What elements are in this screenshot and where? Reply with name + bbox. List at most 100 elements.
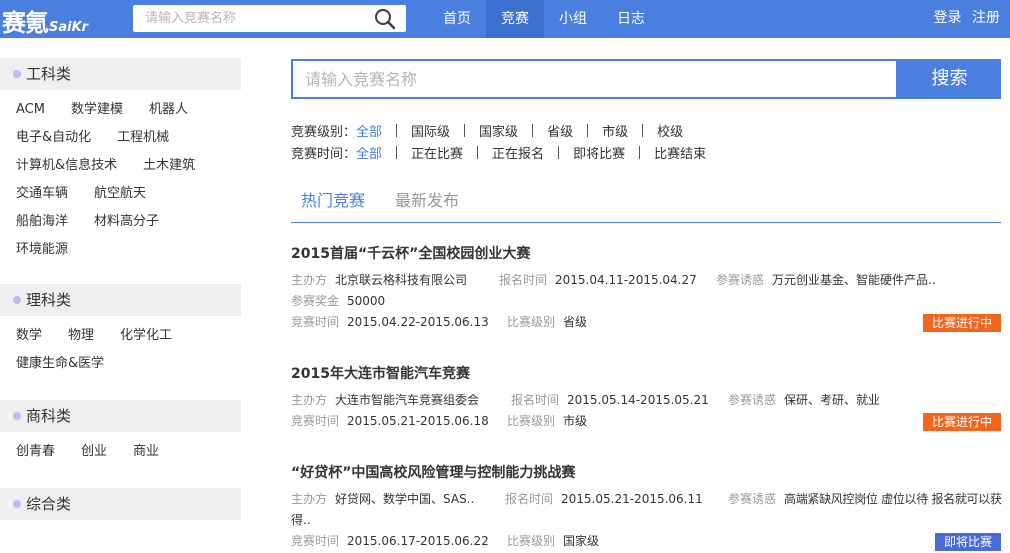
reward-label: 参赛诱惑 xyxy=(716,273,765,287)
header-search-input[interactable] xyxy=(133,5,368,32)
competition-card[interactable]: “好贷杯”中国高校风险管理与控制能力挑战赛 主办方 好贷网、数学中国、SAS.. … xyxy=(291,463,1002,552)
nav-logs[interactable]: 日志 xyxy=(602,0,660,38)
competition-row: 参赛奖金 50000 xyxy=(291,291,1001,312)
filter-level-international[interactable]: 国际级 xyxy=(411,121,450,140)
login-link[interactable]: 登录 xyxy=(934,10,962,26)
category-items-science: 数学 物理 化学化工 健康生命&医学 xyxy=(0,316,241,384)
bullet-icon xyxy=(13,296,21,304)
organizer-label: 主办方 xyxy=(291,492,328,506)
filter-level-school[interactable]: 校级 xyxy=(657,121,683,140)
divider xyxy=(642,124,644,137)
category-title: 工科类 xyxy=(26,65,72,83)
category-header-business[interactable]: 商科类 xyxy=(0,400,241,432)
time-value: 2015.05.21-2015.06.18 xyxy=(347,414,489,428)
signup-label: 报名时间 xyxy=(499,273,548,287)
filter-level-all[interactable]: 全部 xyxy=(356,121,382,140)
competition-search: 搜索 xyxy=(291,59,1001,99)
category-item[interactable]: ACM xyxy=(16,96,45,124)
filter-level-provincial[interactable]: 省级 xyxy=(547,121,573,140)
competition-row: 竞赛时间 2015.05.21-2015.06.18 比赛级别 市级 比赛进行中 xyxy=(291,411,1001,432)
signup-label: 报名时间 xyxy=(511,393,560,407)
competition-search-input[interactable] xyxy=(291,59,898,99)
divider xyxy=(464,124,466,137)
category-item[interactable]: 交通车辆 xyxy=(16,180,68,208)
logo[interactable]: 赛氪 SaiKr xyxy=(2,3,88,38)
reward-value: 高端紧缺风控岗位 虚位以待 报名就可以获 xyxy=(784,492,1002,506)
competition-row: 竞赛时间 2015.06.17-2015.06.22 比赛级别 国家级 即将比赛 xyxy=(291,531,1001,552)
competition-row: 竞赛时间 2015.04.22-2015.06.13 比赛级别 省级 比赛进行中 xyxy=(291,312,1001,333)
category-item[interactable]: 商业 xyxy=(133,438,159,466)
header-search xyxy=(133,5,406,32)
filter-time-all[interactable]: 全部 xyxy=(356,143,382,162)
divider xyxy=(532,124,534,137)
prize-value: 50000 xyxy=(347,294,386,308)
category-item[interactable]: 土木建筑 xyxy=(143,152,195,180)
category-item[interactable]: 化学化工 xyxy=(120,322,172,350)
competition-title[interactable]: 2015年大连市智能汽车竞赛 xyxy=(291,364,1001,384)
category-item[interactable]: 健康生命&医学 xyxy=(16,350,104,378)
logo-text: 赛氪 xyxy=(2,9,49,37)
filter-time-ongoing[interactable]: 正在比赛 xyxy=(411,143,463,162)
filter-time-registering[interactable]: 正在报名 xyxy=(492,143,544,162)
signup-value: 2015.05.21-2015.06.11 xyxy=(561,492,703,506)
category-title: 综合类 xyxy=(26,495,72,513)
time-label: 竞赛时间 xyxy=(291,414,340,428)
divider xyxy=(558,146,560,159)
level-label: 比赛级别 xyxy=(507,315,556,329)
tab-latest[interactable]: 最新发布 xyxy=(385,186,469,222)
filter-time-upcoming[interactable]: 即将比赛 xyxy=(573,143,625,162)
search-button[interactable]: 搜索 xyxy=(898,59,1001,99)
bullet-icon xyxy=(13,412,21,420)
competition-card[interactable]: 2015首届“千云杯”全国校园创业大赛 主办方 北京联云格科技有限公司 报名时间 2… xyxy=(291,244,1001,333)
tab-hot[interactable]: 热门竞赛 xyxy=(291,186,375,222)
category-header-engineering[interactable]: 工科类 xyxy=(0,58,241,90)
divider xyxy=(587,124,589,137)
category-items-engineering: ACM 数学建模 机器人 电子&自动化 工程机械 计算机&信息技术 土木建筑 交… xyxy=(0,90,241,270)
logo-subtext: SaiKr xyxy=(49,20,89,35)
reward-label: 参赛诱惑 xyxy=(728,393,777,407)
bullet-icon xyxy=(13,500,21,508)
level-label: 比赛级别 xyxy=(507,414,556,428)
competition-title[interactable]: 2015首届“千云杯”全国校园创业大赛 xyxy=(291,244,1001,264)
nav-groups[interactable]: 小组 xyxy=(544,0,602,38)
nav-competitions[interactable]: 竞赛 xyxy=(486,0,544,38)
category-header-science[interactable]: 理科类 xyxy=(0,284,241,316)
filter-time: 竞赛时间： 全部 正在比赛 正在报名 即将比赛 比赛结束 xyxy=(291,143,1001,162)
top-navbar: 赛氪 SaiKr 首页 竞赛 小组 日志 登录 注册 xyxy=(0,0,1010,38)
competition-title[interactable]: “好贷杯”中国高校风险管理与控制能力挑战赛 xyxy=(291,463,1001,483)
nav-home[interactable]: 首页 xyxy=(428,0,486,38)
category-item[interactable]: 船舶海洋 xyxy=(16,208,68,236)
category-header-general[interactable]: 综合类 xyxy=(0,488,241,520)
reward-value-continued: 得.. xyxy=(291,513,311,527)
category-item[interactable]: 物理 xyxy=(68,322,94,350)
filter-level-label: 竞赛级别： xyxy=(291,125,357,140)
category-item[interactable]: 航空航天 xyxy=(94,180,146,208)
category-item[interactable]: 创业 xyxy=(81,438,107,466)
competition-tabs: 热门竞赛 最新发布 xyxy=(291,186,1001,223)
category-item[interactable]: 环境能源 xyxy=(16,236,68,264)
time-label: 竞赛时间 xyxy=(291,315,340,329)
filter-time-label: 竞赛时间： xyxy=(291,147,357,162)
filter-level-national[interactable]: 国家级 xyxy=(479,121,518,140)
competition-row: 得.. xyxy=(291,510,1001,531)
category-item[interactable]: 创青春 xyxy=(16,438,55,466)
category-item[interactable]: 机器人 xyxy=(149,96,188,124)
category-item[interactable]: 计算机&信息技术 xyxy=(16,152,117,180)
search-icon[interactable] xyxy=(374,8,396,30)
category-item[interactable]: 工程机械 xyxy=(117,124,169,152)
category-item[interactable]: 数学建模 xyxy=(71,96,123,124)
filter-level-city[interactable]: 市级 xyxy=(602,121,628,140)
category-title: 商科类 xyxy=(26,407,72,425)
status-badge: 即将比赛 xyxy=(934,533,1001,551)
category-item[interactable]: 数学 xyxy=(16,322,42,350)
filter-time-ended[interactable]: 比赛结束 xyxy=(654,143,706,162)
signup-value: 2015.05.14-2015.05.21 xyxy=(567,393,709,407)
reward-label: 参赛诱惑 xyxy=(728,492,777,506)
divider xyxy=(396,146,398,159)
competition-card[interactable]: 2015年大连市智能汽车竞赛 主办方 大连市智能汽车竞赛组委会 报名时间 2015.… xyxy=(291,364,1001,432)
organizer-value: 北京联云格科技有限公司 xyxy=(335,273,468,287)
register-link[interactable]: 注册 xyxy=(972,10,1000,26)
category-item[interactable]: 电子&自动化 xyxy=(16,124,91,152)
status-badge: 比赛进行中 xyxy=(922,314,1001,332)
category-item[interactable]: 材料高分子 xyxy=(94,208,159,236)
